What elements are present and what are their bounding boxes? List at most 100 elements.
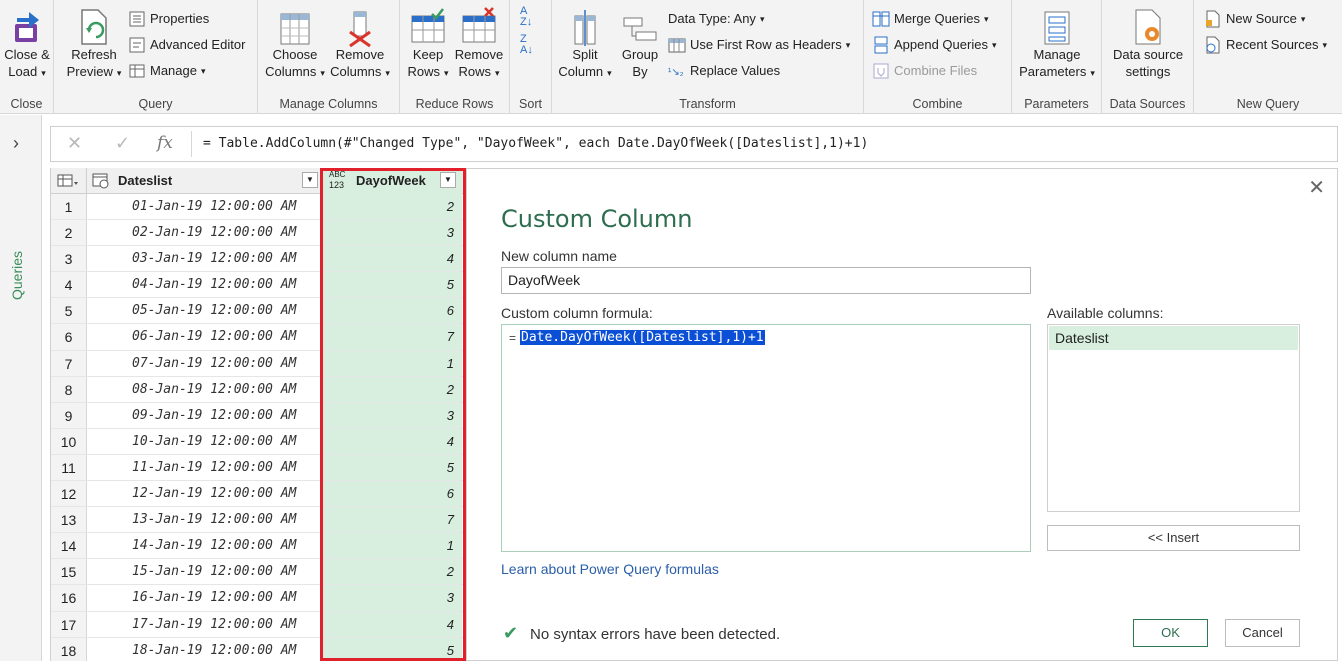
cell-dayofweek[interactable]: 7: [322, 507, 462, 533]
row-number[interactable]: 11: [51, 454, 87, 481]
row-number[interactable]: 17: [51, 611, 87, 637]
cell-dayofweek[interactable]: 1: [322, 533, 462, 559]
choose-columns-button[interactable]: Choose Columns ▾: [264, 6, 326, 82]
cell-dateslist[interactable]: 16-Jan-19 12:00:00 AM: [88, 585, 321, 610]
cell-dateslist[interactable]: 13-Jan-19 12:00:00 AM: [88, 507, 321, 532]
data-source-settings-button[interactable]: Data source settings: [1106, 6, 1190, 80]
row-number[interactable]: 14: [51, 533, 87, 559]
row-number[interactable]: 3: [51, 246, 87, 272]
table-menu-button[interactable]: [51, 168, 87, 194]
row-number[interactable]: 1: [51, 194, 87, 220]
row-number[interactable]: 12: [51, 481, 87, 507]
cell-dayofweek[interactable]: 6: [322, 298, 462, 324]
cell-dateslist[interactable]: 03-Jan-19 12:00:00 AM: [88, 246, 321, 271]
cell-dateslist[interactable]: 12-Jan-19 12:00:00 AM: [88, 481, 321, 506]
cell-dayofweek[interactable]: 4: [322, 246, 462, 272]
cell-dayofweek[interactable]: 3: [322, 220, 462, 246]
confirm-formula-icon[interactable]: ✓: [115, 133, 130, 154]
cell-dateslist[interactable]: 04-Jan-19 12:00:00 AM: [88, 272, 321, 297]
cell-dateslist[interactable]: 09-Jan-19 12:00:00 AM: [88, 403, 321, 428]
sort-ascending-button[interactable]: A Z↓: [520, 6, 532, 28]
cell-dateslist[interactable]: 14-Jan-19 12:00:00 AM: [88, 533, 321, 558]
properties-button[interactable]: Properties: [128, 8, 209, 30]
cell-dayofweek[interactable]: 5: [322, 272, 462, 298]
combine-files-button[interactable]: Combine Files: [872, 60, 977, 82]
row-number[interactable]: 15: [51, 559, 87, 585]
formula-selected-text[interactable]: Date.DayOfWeek([Dateslist],1)+1: [520, 330, 765, 345]
cell-dateslist[interactable]: 18-Jan-19 12:00:00 AM: [88, 638, 321, 661]
replace-values-button[interactable]: ¹↘₂ Replace Values: [668, 60, 780, 82]
manage-button[interactable]: Manage ▾: [128, 60, 206, 82]
cell-dayofweek[interactable]: 3: [322, 585, 462, 611]
insert-button[interactable]: << Insert: [1047, 525, 1300, 551]
cell-dateslist[interactable]: 07-Jan-19 12:00:00 AM: [88, 351, 321, 376]
merge-queries-button[interactable]: Merge Queries ▾: [872, 8, 989, 30]
column-filter-icon[interactable]: ▼: [440, 172, 456, 188]
cell-dayofweek[interactable]: 2: [322, 559, 462, 585]
column-header-dateslist[interactable]: Dateslist ▼: [88, 168, 321, 194]
cell-dayofweek[interactable]: 2: [322, 194, 462, 220]
cell-dayofweek[interactable]: 4: [322, 428, 462, 454]
cell-dateslist[interactable]: 06-Jan-19 12:00:00 AM: [88, 324, 321, 349]
new-source-button[interactable]: New Source ▾: [1204, 8, 1305, 30]
row-number[interactable]: 2: [51, 220, 87, 246]
manage-label: Manage: [150, 63, 197, 78]
formula-text[interactable]: = Table.AddColumn(#"Changed Type", "Dayo…: [203, 136, 868, 151]
column-filter-icon[interactable]: ▼: [302, 172, 318, 188]
row-number[interactable]: 18: [51, 637, 87, 661]
row-number[interactable]: 16: [51, 585, 87, 611]
cell-dateslist[interactable]: 15-Jan-19 12:00:00 AM: [88, 559, 321, 584]
use-first-row-headers-button[interactable]: Use First Row as Headers ▾: [668, 34, 850, 56]
keep-rows-button[interactable]: Keep Rows ▾: [406, 6, 450, 82]
expand-queries-icon[interactable]: ›: [13, 133, 19, 154]
cell-dateslist[interactable]: 02-Jan-19 12:00:00 AM: [88, 220, 321, 245]
ok-button[interactable]: OK: [1133, 619, 1208, 647]
cell-dateslist[interactable]: 08-Jan-19 12:00:00 AM: [88, 377, 321, 402]
learn-formulas-link[interactable]: Learn about Power Query formulas: [501, 561, 719, 577]
close-icon[interactable]: ✕: [1308, 175, 1325, 200]
cell-dateslist[interactable]: 01-Jan-19 12:00:00 AM: [88, 194, 321, 219]
data-type-dropdown[interactable]: Data Type: Any ▾: [668, 8, 764, 30]
cell-dayofweek[interactable]: 5: [322, 637, 462, 661]
cell-dayofweek[interactable]: 4: [322, 611, 462, 637]
cell-dayofweek[interactable]: 1: [322, 350, 462, 376]
cell-dateslist[interactable]: 05-Jan-19 12:00:00 AM: [88, 298, 321, 323]
available-column-item[interactable]: Dateslist: [1049, 326, 1298, 350]
column-header-dayofweek[interactable]: ABC 123 DayofWeek ▼: [322, 168, 462, 194]
row-number[interactable]: 8: [51, 376, 87, 402]
row-number[interactable]: 5: [51, 298, 87, 324]
cell-dayofweek[interactable]: 5: [322, 454, 462, 481]
row-number[interactable]: 10: [51, 428, 87, 454]
close-and-load-button[interactable]: Close & Load ▾: [4, 6, 50, 82]
row-number[interactable]: 7: [51, 350, 87, 376]
cell-dateslist[interactable]: 10-Jan-19 12:00:00 AM: [88, 429, 321, 454]
row-number[interactable]: 9: [51, 402, 87, 428]
cancel-button[interactable]: Cancel: [1225, 619, 1300, 647]
group-by-button[interactable]: Group By: [618, 6, 662, 80]
remove-rows-button[interactable]: Remove Rows ▾: [454, 6, 504, 82]
row-number[interactable]: 6: [51, 324, 87, 350]
ribbon-group-combine: Merge Queries ▾ Append Queries ▾ Combine F…: [864, 0, 1012, 114]
cell-dateslist[interactable]: 11-Jan-19 12:00:00 AM: [88, 455, 321, 480]
manage-parameters-button[interactable]: Manage Parameters ▾: [1016, 6, 1098, 82]
cell-dayofweek[interactable]: 6: [322, 481, 462, 507]
row-number[interactable]: 4: [51, 272, 87, 298]
cell-dayofweek[interactable]: 2: [322, 376, 462, 402]
append-queries-button[interactable]: Append Queries ▾: [872, 34, 996, 56]
refresh-preview-button[interactable]: Refresh Preview ▾: [64, 6, 124, 82]
fx-icon[interactable]: fx: [157, 133, 173, 153]
row-number[interactable]: 13: [51, 507, 87, 533]
split-column-button[interactable]: Split Column ▾: [556, 6, 614, 82]
chevron-down-icon: ▾: [759, 14, 765, 24]
sort-descending-button[interactable]: Z A↓: [520, 34, 533, 56]
new-column-name-input[interactable]: DayofWeek: [501, 267, 1031, 294]
remove-columns-button[interactable]: Remove Columns ▾: [328, 6, 392, 82]
recent-sources-button[interactable]: Recent Sources ▾: [1204, 34, 1327, 56]
queries-pane-label[interactable]: Queries: [9, 251, 25, 300]
formula-editor[interactable]: = Date.DayOfWeek([Dateslist],1)+1: [501, 324, 1031, 552]
advanced-editor-button[interactable]: Advanced Editor: [128, 34, 245, 56]
cell-dateslist[interactable]: 17-Jan-19 12:00:00 AM: [88, 612, 321, 637]
cancel-formula-icon[interactable]: ✕: [67, 133, 82, 154]
cell-dayofweek[interactable]: 3: [322, 402, 462, 428]
cell-dayofweek[interactable]: 7: [322, 324, 462, 350]
